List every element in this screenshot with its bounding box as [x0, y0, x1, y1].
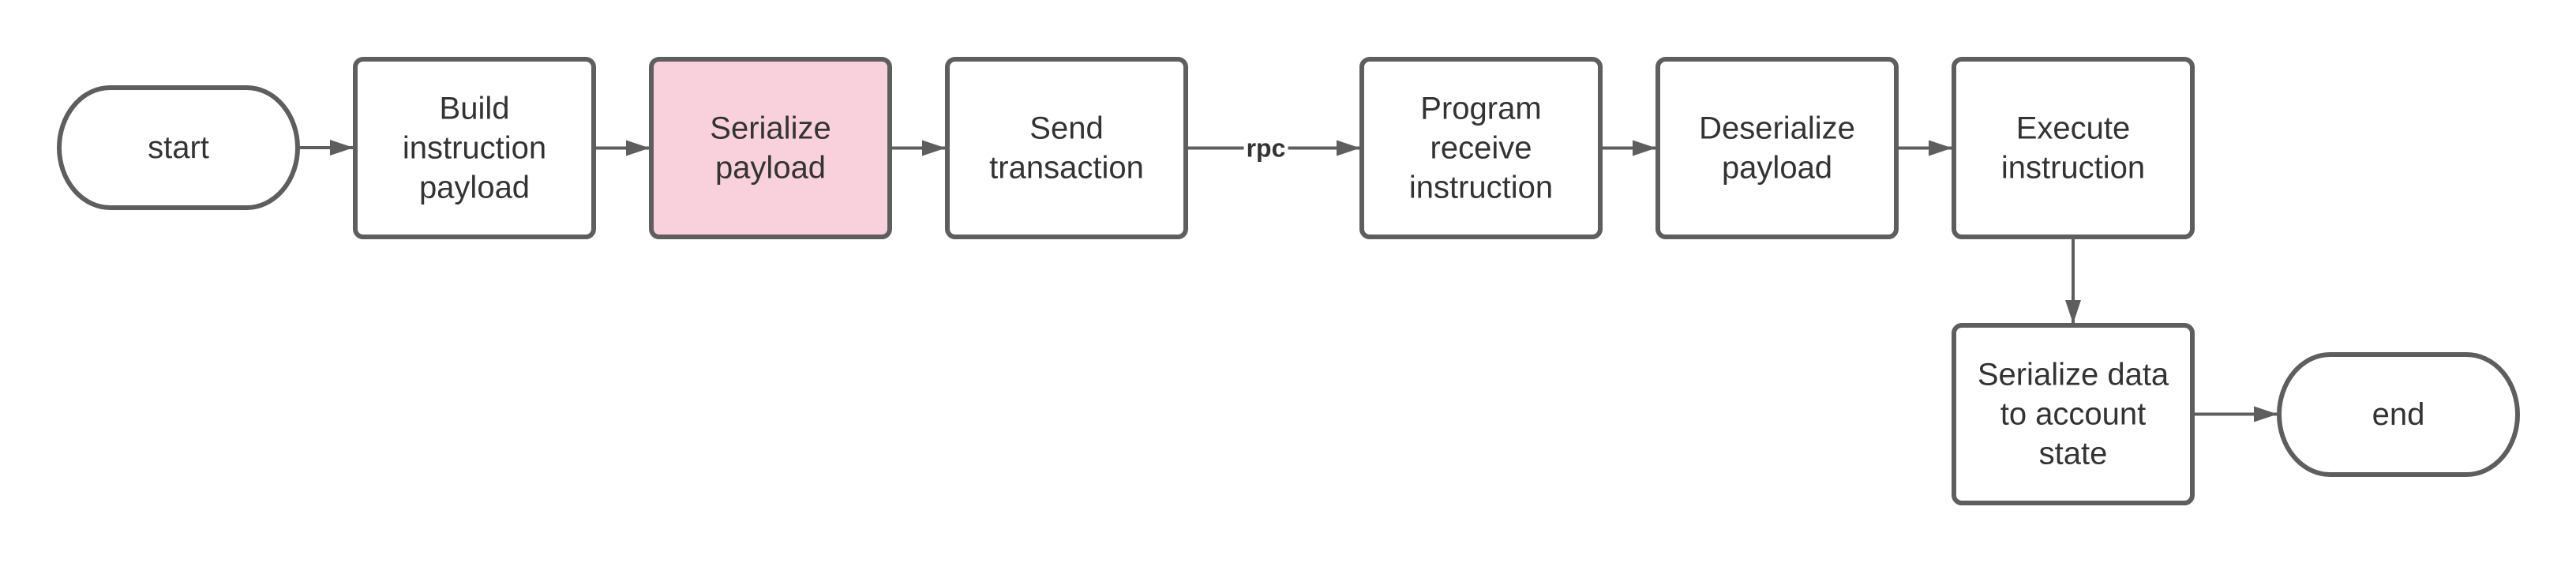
node-label-line: Serialize: [710, 111, 831, 146]
node-label-line: payload: [715, 151, 826, 186]
node-persist[interactable]: Serialize data to account state: [1952, 323, 2195, 505]
flowchart-diagram: rpc startBuildinstructionpayloadSerializ…: [57, 57, 2520, 505]
node-deserialize[interactable]: Deserialize payload: [1655, 57, 1899, 239]
node-label-line: Program: [1420, 92, 1541, 126]
node-start[interactable]: start: [57, 85, 300, 210]
node-label-line: Execute: [2016, 111, 2131, 146]
edge-label: rpc: [1247, 134, 1286, 163]
node-build[interactable]: Build instruction payload: [353, 57, 596, 239]
node-label-line: start: [148, 130, 209, 165]
process-shape: [649, 57, 892, 239]
node-send[interactable]: Send transaction: [945, 57, 1188, 239]
node-end[interactable]: end: [2277, 352, 2520, 477]
node-label-line: Send: [1029, 111, 1103, 146]
node-label-line: transaction: [989, 151, 1144, 186]
process-shape: [1655, 57, 1899, 239]
node-label-line: instruction: [1409, 171, 1553, 205]
node-label-line: to account: [2000, 397, 2147, 432]
node-label-line: state: [2039, 437, 2108, 471]
process-shape: [1952, 57, 2195, 239]
node-label-line: receive: [1430, 131, 1532, 166]
node-execute[interactable]: Execute instruction: [1952, 57, 2195, 239]
node-label-line: instruction: [2001, 151, 2145, 186]
process-shape: [945, 57, 1188, 239]
node-label-line: Deserialize: [1699, 111, 1855, 146]
node-label-line: instruction: [403, 131, 546, 166]
node-label-line: payload: [1722, 151, 1832, 186]
nodes-layer: start Build instruction payload Serialize pay…: [57, 57, 2520, 505]
node-label-line: payload: [419, 171, 530, 205]
node-label-line: Serialize data: [1978, 358, 2169, 392]
node-serialize[interactable]: Serialize payload: [649, 57, 892, 239]
node-label-line: end: [2372, 397, 2425, 432]
edge-send-to-receive[interactable]: rpc: [1188, 132, 1360, 164]
node-label-line: Build: [440, 92, 510, 126]
node-receive[interactable]: Program receive instruction: [1359, 57, 1603, 239]
